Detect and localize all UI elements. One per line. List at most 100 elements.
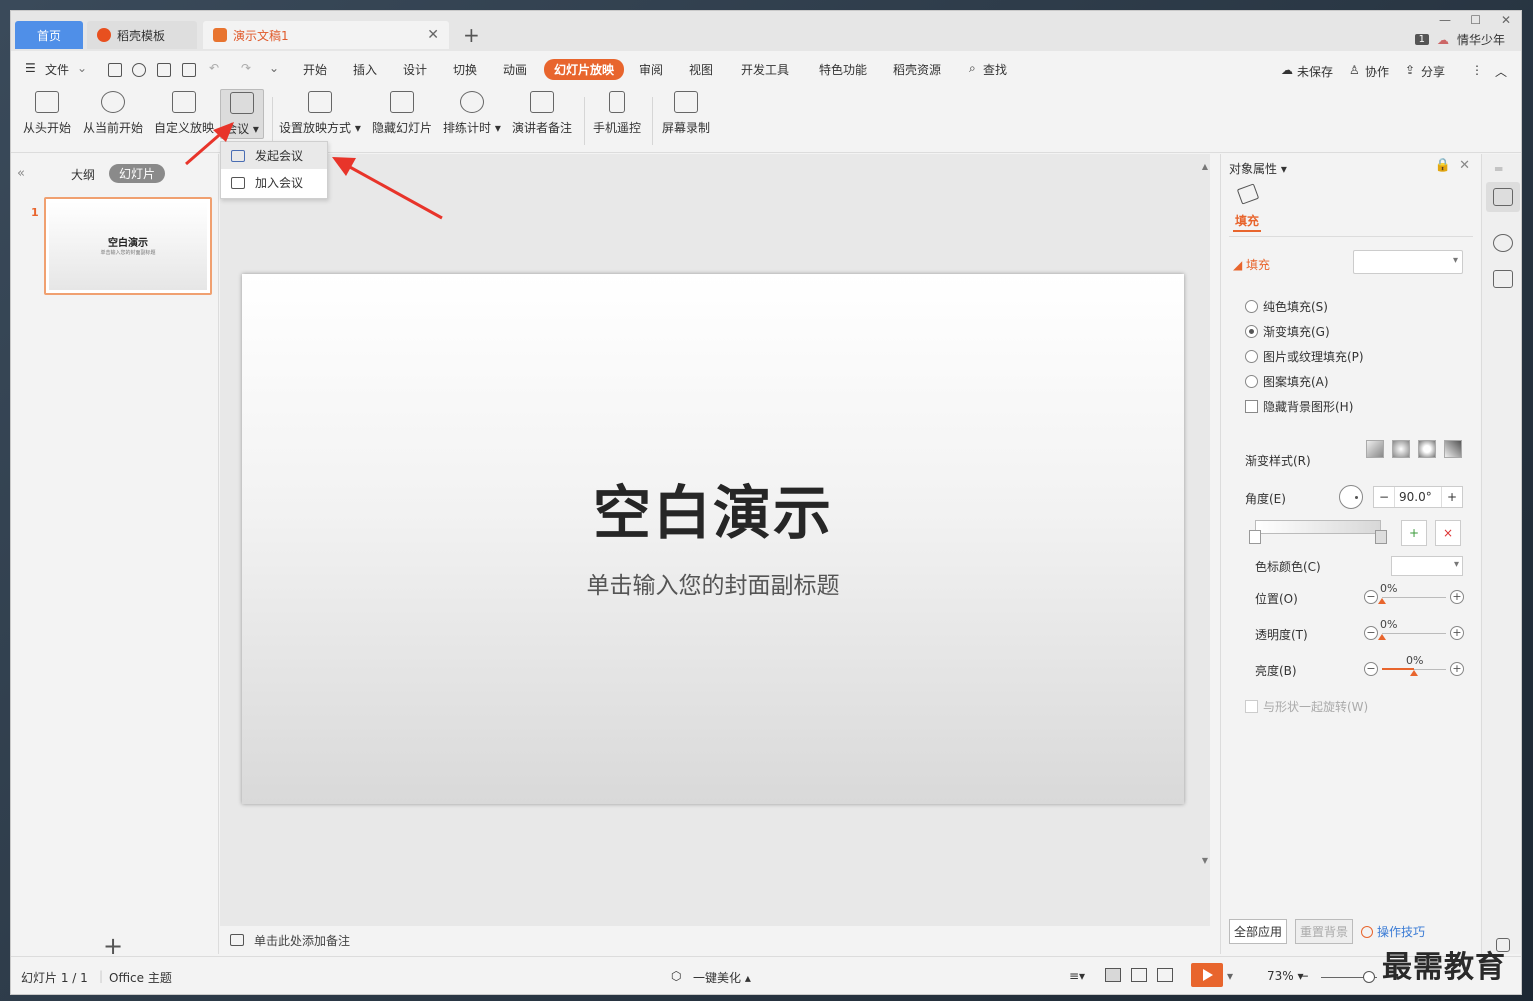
- menu-review[interactable]: 审阅: [639, 61, 663, 78]
- notification-badge[interactable]: 1: [1414, 34, 1429, 45]
- drag-handle-icon[interactable]: ═: [1495, 162, 1502, 176]
- new-tab-icon[interactable]: +: [463, 25, 480, 45]
- scroll-up-icon[interactable]: ▲: [1202, 162, 1208, 171]
- play-slideshow-button[interactable]: [1191, 963, 1223, 987]
- save-icon[interactable]: [108, 63, 122, 77]
- chevron-down-icon[interactable]: ⌄: [77, 61, 87, 75]
- checkbox[interactable]: [1245, 400, 1258, 413]
- rehearse-button[interactable]: 排练计时 ▾: [443, 91, 501, 136]
- collapse-ribbon-icon[interactable]: ︿: [1495, 63, 1507, 80]
- slider-thumb[interactable]: [1410, 670, 1418, 676]
- slide-title[interactable]: 空白演示: [242, 466, 1184, 550]
- menu-animation[interactable]: 动画: [503, 61, 527, 78]
- menu-daoke-resources[interactable]: 稻壳资源: [893, 61, 941, 78]
- shape-copy-icon[interactable]: [1493, 270, 1513, 288]
- beautify-button[interactable]: 一键美化 ▴: [693, 969, 751, 986]
- presenter-notes-button[interactable]: 演讲者备注: [512, 91, 572, 136]
- collab-button[interactable]: 协作: [1365, 63, 1389, 80]
- screen-record-button[interactable]: 屏幕录制: [662, 91, 710, 136]
- tab-outline[interactable]: 大纲: [71, 166, 95, 183]
- plus-icon[interactable]: +: [1450, 662, 1464, 676]
- slider-thumb[interactable]: [1378, 598, 1386, 604]
- theme-name[interactable]: Office 主题: [109, 969, 172, 986]
- menu-design[interactable]: 设计: [403, 61, 427, 78]
- minimize-icon[interactable]: —: [1439, 13, 1451, 27]
- tab-document[interactable]: 演示文稿1 ✕: [203, 21, 449, 49]
- transparency-slider[interactable]: − 0% +: [1364, 618, 1464, 644]
- scroll-down-icon[interactable]: ▼: [1202, 856, 1208, 865]
- start-meeting-item[interactable]: 发起会议: [221, 142, 327, 169]
- skin-icon[interactable]: ☁: [1437, 33, 1449, 47]
- print-icon[interactable]: [157, 63, 171, 77]
- menu-developer[interactable]: 开发工具: [741, 61, 789, 78]
- gradient-radial-icon[interactable]: [1392, 440, 1410, 458]
- notes-area[interactable]: 单击此处添加备注: [220, 926, 1210, 954]
- reading-view-icon[interactable]: [1157, 968, 1173, 982]
- gradient-bar[interactable]: [1255, 520, 1381, 534]
- tab-slides[interactable]: 幻灯片: [109, 164, 166, 183]
- tab-home[interactable]: 首页: [15, 21, 83, 49]
- unsaved-status[interactable]: 未保存: [1297, 63, 1333, 80]
- radio-button[interactable]: [1245, 300, 1258, 313]
- angle-spinner[interactable]: − 90.0° +: [1373, 486, 1463, 508]
- phone-remote-button[interactable]: 手机遥控: [593, 91, 641, 136]
- fill-section-header[interactable]: ◢ 填充: [1233, 256, 1270, 273]
- minus-icon[interactable]: −: [1364, 662, 1378, 676]
- gradient-linear-icon[interactable]: [1366, 440, 1384, 458]
- increment-icon[interactable]: +: [1442, 490, 1462, 504]
- menu-search[interactable]: 查找: [983, 61, 1007, 78]
- custom-show-button[interactable]: 自定义放映: [154, 91, 214, 136]
- close-window-icon[interactable]: ✕: [1501, 13, 1511, 27]
- radio-button[interactable]: [1245, 375, 1258, 388]
- menu-special[interactable]: 特色功能: [819, 61, 867, 78]
- angle-value[interactable]: 90.0°: [1394, 487, 1442, 507]
- gradient-path-icon[interactable]: [1444, 440, 1462, 458]
- stop-color-select[interactable]: [1391, 556, 1463, 576]
- remove-stop-icon[interactable]: ×: [1435, 520, 1461, 546]
- brightness-slider[interactable]: − 0% +: [1364, 654, 1464, 680]
- menu-transition[interactable]: 切换: [453, 61, 477, 78]
- maximize-icon[interactable]: ☐: [1470, 13, 1481, 27]
- radio-button-selected[interactable]: [1245, 325, 1258, 338]
- lock-icon[interactable]: 🔒: [1435, 158, 1451, 173]
- share-button[interactable]: 分享: [1421, 63, 1445, 80]
- slide-sorter-icon[interactable]: [1131, 968, 1147, 982]
- normal-view-icon[interactable]: [1105, 968, 1121, 982]
- notes-toggle-icon[interactable]: ≡▾: [1069, 969, 1085, 983]
- from-start-button[interactable]: 从头开始: [23, 91, 71, 136]
- fill-bucket-icon[interactable]: [1236, 183, 1260, 205]
- radio-gradient-fill[interactable]: 渐变填充(G): [1245, 323, 1330, 340]
- checkbox-disabled[interactable]: [1245, 700, 1258, 713]
- rotate-with-shape-checkbox[interactable]: 与形状一起旋转(W): [1245, 698, 1368, 715]
- minus-icon[interactable]: −: [1364, 590, 1378, 604]
- decrement-icon[interactable]: −: [1374, 490, 1394, 504]
- menu-insert[interactable]: 插入: [353, 61, 377, 78]
- angle-dial[interactable]: [1339, 485, 1363, 509]
- properties-header[interactable]: 对象属性 ▾: [1229, 160, 1287, 177]
- zoom-out-icon[interactable]: −: [1299, 969, 1309, 983]
- apply-all-button[interactable]: 全部应用: [1229, 919, 1288, 944]
- hide-bg-checkbox[interactable]: 隐藏背景图形(H): [1245, 398, 1353, 415]
- from-current-button[interactable]: 从当前开始: [83, 91, 143, 136]
- properties-sliders-icon[interactable]: [1493, 188, 1513, 206]
- fill-tab[interactable]: 填充: [1235, 212, 1259, 229]
- username[interactable]: 情华少年: [1457, 31, 1505, 48]
- reset-background-button[interactable]: 重置背景: [1295, 919, 1354, 944]
- fill-preset-select[interactable]: [1353, 250, 1463, 274]
- gradient-rect-icon[interactable]: [1418, 440, 1436, 458]
- plus-icon[interactable]: +: [1450, 590, 1464, 604]
- menu-start[interactable]: 开始: [303, 61, 327, 78]
- minus-icon[interactable]: −: [1364, 626, 1378, 640]
- redo-icon[interactable]: ↷: [241, 61, 251, 75]
- menu-slideshow[interactable]: 幻灯片放映: [544, 59, 625, 80]
- slide-thumbnail[interactable]: 空白演示 单击输入您的封面副标题: [44, 197, 212, 295]
- radio-picture-fill[interactable]: 图片或纹理填充(P): [1245, 348, 1364, 365]
- animation-star-icon[interactable]: [1493, 234, 1513, 252]
- gradient-stop-right[interactable]: [1375, 530, 1387, 544]
- join-meeting-item[interactable]: 加入会议: [221, 169, 327, 196]
- menu-file[interactable]: 文件: [45, 61, 69, 78]
- tips-link[interactable]: 操作技巧: [1361, 923, 1425, 940]
- format-painter-icon[interactable]: [132, 63, 146, 77]
- radio-button[interactable]: [1245, 350, 1258, 363]
- play-options-icon[interactable]: ▾: [1227, 969, 1233, 983]
